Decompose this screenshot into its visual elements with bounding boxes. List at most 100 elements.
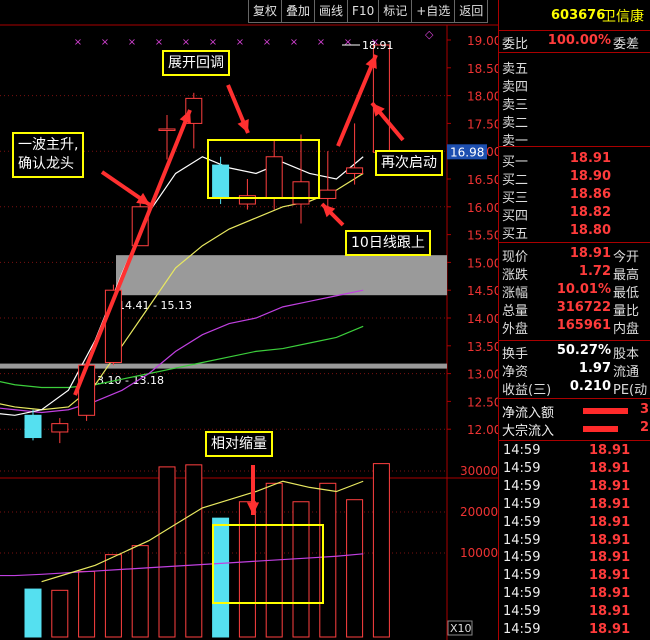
top-marker: × [101, 37, 109, 48]
stat-row: 换手 50.27% 股本 [499, 343, 650, 362]
zone-upper-label: 14.41 - 15.13 [118, 299, 192, 312]
candle-body [346, 167, 364, 174]
flow-row: 净流入额 3 [499, 402, 650, 421]
sell-row: 卖五 [499, 58, 650, 77]
quote-row-label: 涨跌 [502, 268, 529, 283]
sell-row: 卖四 [499, 76, 650, 95]
sell-row-label: 卖三 [502, 98, 529, 113]
tick-row[interactable]: 14:59 18.91 [499, 604, 650, 622]
candle-body [265, 156, 283, 199]
volume-bar [372, 463, 390, 638]
main-wave-arrow [73, 109, 192, 396]
buy-row-value: 18.82 [569, 205, 611, 220]
top-marker: × [155, 37, 163, 48]
top-marker: × [236, 37, 244, 48]
top-marker: × [209, 37, 217, 48]
chart-toolbar: 复权 叠加 画线 F10 标记 +自选 返回 [248, 0, 489, 24]
tick-row[interactable]: 14:59 18.91 [499, 443, 650, 461]
tick-row[interactable]: 14:59 18.91 [499, 479, 650, 497]
top-marker: × [74, 37, 82, 48]
buy-row-label: 买三 [502, 191, 529, 206]
price-axis-label: 19.00 [467, 34, 498, 48]
candle-body [24, 414, 42, 439]
current-price-tag: 16.98 [450, 145, 484, 159]
price-axis-label: 16.50 [467, 173, 498, 187]
callout-main-wave-line2: 确认龙头 [18, 156, 74, 172]
buy-row-value: 18.91 [569, 151, 611, 166]
toolbar-btn-5[interactable]: +自选 [411, 0, 456, 23]
quote-row-value: 165961 [556, 318, 611, 333]
flow-value: 2 [639, 420, 649, 435]
tick-row[interactable]: 14:59 18.91 [499, 568, 650, 586]
toolbar-btn-2[interactable]: 画线 [314, 0, 349, 23]
buy-row: 买四 18.82 [499, 205, 650, 224]
tick-row[interactable]: 14:59 18.91 [499, 497, 650, 515]
toolbar-btn-6[interactable]: 返回 [454, 0, 489, 23]
flow-label: 净流入额 [502, 406, 555, 421]
quote-row-label2: 今开 [613, 250, 640, 265]
volume-axis-label: 10000 [460, 546, 498, 560]
buy-row-value: 18.86 [569, 187, 611, 202]
candle-body [292, 181, 310, 205]
quote-row-label: 涨幅 [502, 286, 529, 301]
tick-row[interactable]: 14:59 18.91 [499, 550, 650, 568]
stock-code: 603676 [551, 8, 606, 23]
volume-bar [104, 554, 122, 638]
callout-main-wave: 一波主升, 确认龙头 [12, 132, 85, 178]
flow-value: 3 [639, 402, 649, 417]
tick-row[interactable]: 14:59 18.91 [499, 533, 650, 551]
toolbar-btn-0[interactable]: 复权 [248, 0, 283, 23]
tick-price: 18.91 [589, 478, 631, 494]
candle-body [319, 189, 337, 199]
order-ratio-value: 100.00% [547, 33, 611, 48]
sell-row-label: 卖四 [502, 80, 529, 95]
tick-row[interactable]: 14:59 18.91 [499, 515, 650, 533]
toolbar-btn-1[interactable]: 叠加 [281, 0, 316, 23]
quote-row-label2: 最低 [613, 286, 640, 301]
price-volume-chart[interactable]: ××××××××××××◇19.0018.5018.0017.5017.0016… [0, 0, 498, 640]
callout-volume-shrink: 相对缩量 [205, 431, 273, 457]
callout-expand-pullback: 展开回调 [162, 50, 230, 76]
quote-row-label2: 内盘 [613, 322, 640, 337]
flow-row: 大宗流入 2 [499, 420, 650, 439]
tick-time: 14:59 [503, 622, 541, 637]
tick-time: 14:59 [503, 496, 541, 512]
quote-row: 现价 18.91 今开 [499, 246, 650, 265]
flow-label: 大宗流入 [502, 424, 555, 439]
stat-row-value: 50.27% [556, 343, 611, 358]
high-price-label: 18.91 [362, 39, 394, 52]
support-zone [116, 255, 447, 296]
tick-price: 18.91 [589, 550, 631, 566]
quote-row-value: 18.91 [569, 246, 611, 261]
volume-bar [212, 517, 230, 638]
tick-time: 14:59 [503, 514, 541, 530]
stat-row-value: 0.210 [569, 379, 611, 394]
buy-row-value: 18.80 [569, 223, 611, 238]
toolbar-btn-4[interactable]: 标记 [378, 0, 413, 23]
support-zone [0, 363, 447, 369]
tick-time: 14:59 [503, 604, 541, 620]
top-marker: × [263, 37, 271, 48]
stat-row-label2: 流通 [613, 365, 640, 380]
price-axis-label: 12.50 [467, 395, 498, 409]
toolbar-btn-3[interactable]: F10 [347, 0, 380, 23]
tick-row[interactable]: 14:59 18.91 [499, 622, 650, 640]
volume-bar [238, 501, 256, 638]
top-marker: × [128, 37, 136, 48]
price-axis-label: 16.00 [467, 201, 498, 215]
sell-row: 卖二 [499, 112, 650, 131]
tick-price: 18.91 [589, 568, 631, 584]
tick-price: 18.91 [589, 496, 631, 512]
tick-price: 18.91 [589, 460, 631, 476]
tick-time: 14:59 [503, 443, 541, 458]
tick-price: 18.91 [589, 532, 631, 548]
tick-row[interactable]: 14:59 18.91 [499, 461, 650, 479]
order-ratio-label: 委比 [502, 37, 529, 52]
quote-row-value: 1.72 [578, 264, 611, 279]
stat-row-label: 收益(三) [502, 383, 552, 398]
tick-row[interactable]: 14:59 18.91 [499, 586, 650, 604]
order-ratio-row: 委比 100.00% 委差 [499, 33, 650, 52]
price-axis-label: 12.00 [467, 423, 498, 437]
sell-row: 卖三 [499, 94, 650, 113]
quote-row-label2: 量比 [613, 304, 640, 319]
